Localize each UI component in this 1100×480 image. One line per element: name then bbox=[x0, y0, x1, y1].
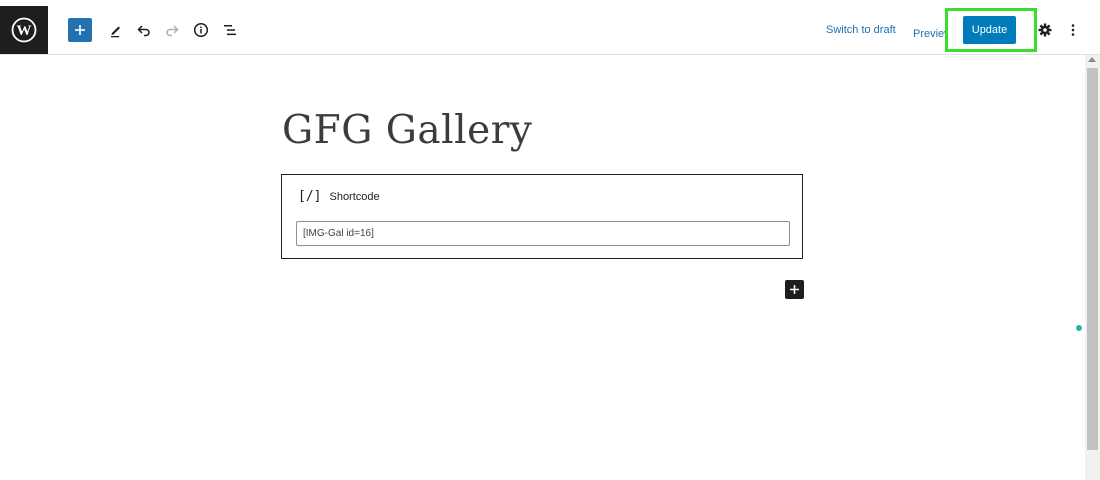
undo-icon bbox=[137, 25, 150, 37]
add-block-button[interactable] bbox=[785, 280, 804, 299]
options-button[interactable] bbox=[1061, 18, 1085, 42]
wordpress-logo-icon[interactable]: W bbox=[0, 6, 48, 54]
scrollbar-thumb[interactable] bbox=[1087, 68, 1098, 450]
shortcode-input[interactable]: [IMG-Gal id=16] bbox=[296, 221, 790, 246]
shortcode-block-label: [/] Shortcode bbox=[298, 189, 380, 204]
redo-icon bbox=[166, 25, 179, 37]
redo-button[interactable] bbox=[160, 18, 184, 42]
scroll-up-arrow-icon[interactable] bbox=[1088, 57, 1096, 62]
undo-button[interactable] bbox=[132, 18, 156, 42]
status-dot-icon bbox=[1076, 325, 1082, 331]
preview-button-wrap[interactable]: Preview bbox=[913, 24, 947, 42]
post-title[interactable]: GFG Gallery bbox=[282, 108, 532, 153]
plus-icon bbox=[790, 285, 799, 294]
more-vertical-icon bbox=[1071, 24, 1075, 36]
block-inserter-button[interactable] bbox=[68, 18, 92, 42]
switch-to-draft-button[interactable]: Switch to draft bbox=[826, 24, 896, 36]
shortcode-block[interactable]: [/] Shortcode [IMG-Gal id=16] bbox=[281, 174, 803, 259]
update-button[interactable]: Update bbox=[963, 16, 1016, 44]
editor-header: W Switch to draft Previe Update bbox=[0, 6, 1100, 55]
preview-button[interactable]: Preview bbox=[913, 28, 947, 40]
shortcode-icon: [/] bbox=[298, 189, 322, 204]
details-button[interactable] bbox=[189, 18, 213, 42]
info-icon bbox=[193, 22, 209, 38]
tools-button[interactable] bbox=[104, 18, 128, 42]
plus-icon bbox=[75, 25, 85, 35]
list-view-icon bbox=[224, 25, 236, 36]
list-view-button[interactable] bbox=[218, 18, 242, 42]
pencil-icon bbox=[111, 26, 120, 38]
gear-icon bbox=[1038, 23, 1052, 37]
settings-button[interactable] bbox=[1033, 18, 1057, 42]
shortcode-block-title: Shortcode bbox=[329, 190, 380, 203]
svg-text:W: W bbox=[17, 23, 32, 39]
